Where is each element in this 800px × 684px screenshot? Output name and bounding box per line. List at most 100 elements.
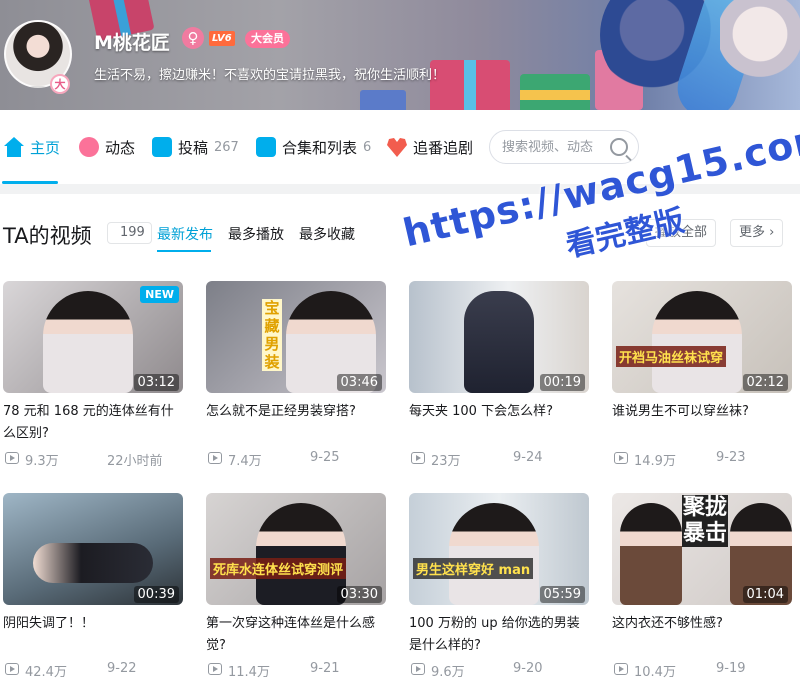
profile-banner: 大 M桃花匠 ♀ LV6 大会员 生活不易，擦边赚米！不喜欢的宝请拉黑我，祝你生… — [0, 0, 800, 110]
video-caption: 聚拢暴击 — [682, 495, 728, 547]
thumbnail-figure — [464, 291, 534, 393]
video-thumbnail[interactable]: 00:39 — [3, 493, 183, 605]
video-thumbnail[interactable]: NEW 03:12 — [3, 281, 183, 393]
tab-count: 267 — [214, 139, 239, 155]
search-input[interactable] — [502, 131, 612, 163]
video-duration: 02:12 — [742, 374, 788, 391]
banner-decoration — [720, 0, 800, 100]
video-title[interactable]: 这内衣还不够性感? — [612, 613, 794, 635]
video-title[interactable]: 100 万粉的 up 给你选的男装是什么样的? — [409, 613, 591, 657]
video-duration: 03:30 — [336, 586, 382, 603]
video-caption: 男生这样穿好 man — [413, 558, 534, 579]
video-card[interactable]: 宝藏男装 03:46 怎么就不是正经男装穿搭? 7.4万 9-25 — [206, 281, 388, 471]
video-thumbnail[interactable]: 开裆马油丝袜试穿 02:12 — [612, 281, 792, 393]
video-title[interactable]: 阴阳失调了！！ — [3, 613, 185, 635]
play-count-icon — [5, 452, 19, 464]
video-duration: 00:39 — [133, 586, 179, 603]
sort-tab-latest[interactable]: 最新发布 — [157, 224, 213, 244]
video-duration: 05:59 — [539, 586, 585, 603]
more-button[interactable]: 更多 — [730, 219, 784, 247]
tab-dynamic[interactable]: 动态 — [79, 134, 135, 160]
thumbnail-figure — [620, 503, 682, 605]
play-count-icon — [411, 452, 425, 464]
publish-date: 9-20 — [513, 661, 543, 676]
thumbnail-figure — [256, 503, 346, 605]
video-card[interactable]: 聚拢暴击 01:04 这内衣还不够性感? 10.4万 9-19 — [612, 493, 794, 683]
tab-label: 主页 — [30, 138, 61, 157]
video-title[interactable]: 78 元和 168 元的连体丝有什么区别? — [3, 401, 185, 445]
video-duration: 03:12 — [133, 374, 179, 391]
video-title[interactable]: 每天夹 100 下会怎么样? — [409, 401, 591, 423]
collection-icon — [256, 137, 276, 157]
video-title[interactable]: 第一次穿这种连体丝是什么感觉? — [206, 613, 388, 657]
tab-label: 动态 — [105, 138, 136, 157]
video-thumbnail[interactable]: 00:19 — [409, 281, 589, 393]
video-thumbnail[interactable]: 宝藏男装 03:46 — [206, 281, 386, 393]
publish-date: 9-23 — [716, 450, 746, 465]
video-card[interactable]: 死库水连体丝试穿测评 03:30 第一次穿这种连体丝是什么感觉? 11.4万 9… — [206, 493, 388, 683]
publish-date: 9-24 — [513, 450, 543, 465]
video-card[interactable]: 开裆马油丝袜试穿 02:12 谁说男生不可以穿丝袜? 14.9万 9-23 — [612, 281, 794, 471]
female-gender-icon: ♀ — [182, 27, 204, 49]
level-badge: LV6 — [209, 31, 235, 46]
new-badge: NEW — [140, 286, 179, 303]
bangumi-heart-icon — [387, 138, 407, 157]
tab-label: 合集和列表 — [282, 138, 358, 157]
video-duration: 00:19 — [539, 374, 585, 391]
view-count: 7.4万 — [228, 454, 262, 469]
tab-collections[interactable]: 合集和列表 6 — [256, 134, 371, 160]
video-card[interactable]: 00:19 每天夹 100 下会怎么样? 23万 9-24 — [409, 281, 591, 471]
vip-badge[interactable]: 大会员 — [245, 30, 290, 48]
video-thumbnail[interactable]: 死库水连体丝试穿测评 03:30 — [206, 493, 386, 605]
username[interactable]: M桃花匠 — [94, 28, 170, 55]
play-count-icon — [208, 452, 222, 464]
tab-bangumi[interactable]: 追番追剧 — [387, 134, 473, 160]
home-icon — [4, 137, 24, 157]
sort-indicator — [157, 250, 211, 252]
view-count: 11.4万 — [228, 665, 270, 680]
video-card[interactable]: NEW 03:12 78 元和 168 元的连体丝有什么区别? 9.3万 22小… — [3, 281, 185, 471]
play-count-icon — [614, 663, 628, 675]
video-duration: 03:46 — [336, 374, 382, 391]
thumbnail-figure — [33, 543, 153, 583]
thumbnail-figure — [652, 291, 742, 393]
play-count-icon — [208, 663, 222, 675]
sort-tab-most-favorited[interactable]: 最多收藏 — [299, 224, 355, 244]
banner-decoration — [360, 90, 406, 110]
tab-home[interactable]: 主页 — [4, 134, 60, 160]
thumbnail-figure — [43, 291, 133, 393]
video-thumbnail[interactable]: 男生这样穿好 man 05:59 — [409, 493, 589, 605]
thumbnail-figure — [449, 503, 539, 605]
user-signature: 生活不易，擦边赚米！不喜欢的宝请拉黑我，祝你生活顺利！ — [94, 68, 446, 83]
view-count: 10.4万 — [634, 665, 676, 680]
publish-date: 9-21 — [310, 661, 340, 676]
view-count: 14.9万 — [634, 454, 676, 469]
tab-label: 投稿 — [178, 138, 209, 157]
search-icon[interactable] — [610, 138, 628, 156]
video-caption: 开裆马油丝袜试穿 — [616, 346, 727, 367]
view-count: 9.3万 — [25, 454, 59, 469]
publish-date: 9-22 — [107, 661, 137, 676]
view-count: 9.6万 — [431, 665, 465, 680]
video-card[interactable]: 男生这样穿好 man 05:59 100 万粉的 up 给你选的男装是什么样的?… — [409, 493, 591, 683]
tab-label: 追番追剧 — [413, 138, 474, 157]
view-count: 23万 — [431, 454, 461, 469]
publish-date: 9-25 — [310, 450, 340, 465]
video-title[interactable]: 怎么就不是正经男装穿搭? — [206, 401, 388, 423]
video-count-badge: 199 — [107, 222, 152, 244]
publish-date: 9-19 — [716, 661, 746, 676]
video-duration: 01:04 — [742, 586, 788, 603]
video-thumbnail[interactable]: 聚拢暴击 01:04 — [612, 493, 792, 605]
video-title[interactable]: 谁说男生不可以穿丝袜? — [612, 401, 794, 423]
section-title: TA的视频 — [3, 224, 92, 248]
play-count-icon — [411, 663, 425, 675]
sort-tab-most-played[interactable]: 最多播放 — [228, 224, 284, 244]
play-count-icon — [614, 452, 628, 464]
avatar-vip-badge: 大 — [50, 74, 70, 94]
dynamic-icon — [79, 137, 99, 157]
video-card[interactable]: 00:39 阴阳失调了！！ 42.4万 9-22 — [3, 493, 185, 683]
search-box — [489, 130, 639, 164]
tab-uploads[interactable]: 投稿 267 — [152, 134, 239, 160]
banner-decoration — [520, 74, 590, 110]
play-count-icon — [5, 663, 19, 675]
